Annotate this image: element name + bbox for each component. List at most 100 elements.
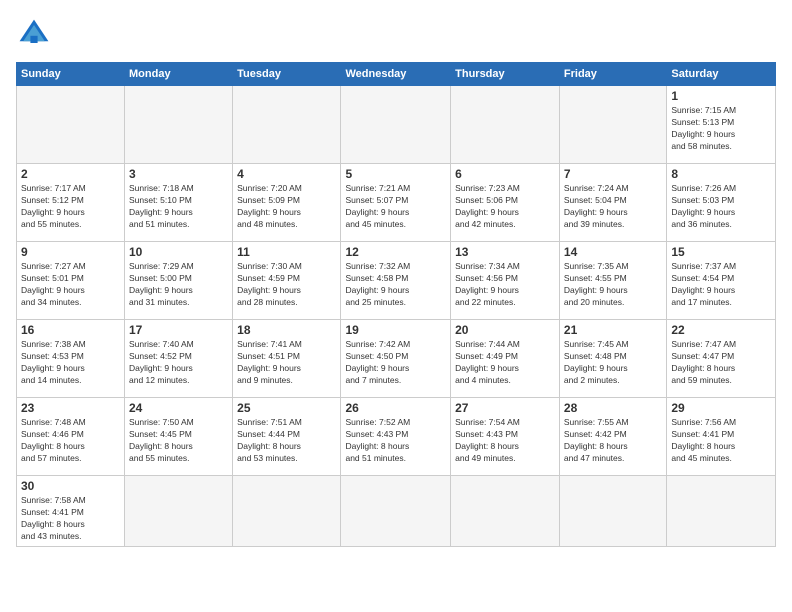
day-info: Sunrise: 7:45 AM Sunset: 4:48 PM Dayligh… [564, 339, 662, 387]
calendar-cell: 25 Sunrise: 7:51 AM Sunset: 4:44 PM Dayli… [233, 398, 341, 476]
day-number: 1 [671, 89, 771, 103]
day-info: Sunrise: 7:37 AM Sunset: 4:54 PM Dayligh… [671, 261, 771, 309]
day-info: Sunrise: 7:29 AM Sunset: 5:00 PM Dayligh… [129, 261, 228, 309]
calendar-cell: 6Sunrise: 7:23 AM Sunset: 5:06 PM Daylig… [451, 164, 560, 242]
day-info: Sunrise: 7:44 AM Sunset: 4:49 PM Dayligh… [455, 339, 555, 387]
calendar-cell: 12 Sunrise: 7:32 AM Sunset: 4:58 PM Dayli… [341, 242, 451, 320]
logo [16, 16, 58, 52]
calendar-cell: 26 Sunrise: 7:52 AM Sunset: 4:43 PM Dayli… [341, 398, 451, 476]
calendar-cell: 9 Sunrise: 7:27 AM Sunset: 5:01 PM Daylig… [17, 242, 125, 320]
day-info: Sunrise: 7:54 AM Sunset: 4:43 PM Dayligh… [455, 417, 555, 465]
day-info: Sunrise: 7:42 AM Sunset: 4:50 PM Dayligh… [345, 339, 446, 387]
col-thursday: Thursday [451, 63, 560, 86]
calendar-cell: 13 Sunrise: 7:34 AM Sunset: 4:56 PM Dayli… [451, 242, 560, 320]
calendar-cell [667, 476, 776, 547]
calendar-cell [341, 476, 451, 547]
day-number: 13 [455, 245, 555, 259]
day-number: 12 [345, 245, 446, 259]
day-info: Sunrise: 7:52 AM Sunset: 4:43 PM Dayligh… [345, 417, 446, 465]
calendar-cell: 20 Sunrise: 7:44 AM Sunset: 4:49 PM Dayli… [451, 320, 560, 398]
day-number: 21 [564, 323, 662, 337]
day-number: 15 [671, 245, 771, 259]
day-info: Sunrise: 7:17 AM Sunset: 5:12 PM Dayligh… [21, 183, 120, 231]
day-number: 30 [21, 479, 120, 493]
day-number: 10 [129, 245, 228, 259]
calendar-cell [233, 86, 341, 164]
day-number: 5 [345, 167, 446, 181]
calendar-cell: 21 Sunrise: 7:45 AM Sunset: 4:48 PM Dayli… [559, 320, 666, 398]
day-info: Sunrise: 7:15 AM Sunset: 5:13 PM Dayligh… [671, 105, 771, 153]
calendar-cell: 22Sunrise: 7:47 AM Sunset: 4:47 PM Dayli… [667, 320, 776, 398]
calendar-header-row: Sunday Monday Tuesday Wednesday Thursday… [17, 63, 776, 86]
day-info: Sunrise: 7:41 AM Sunset: 4:51 PM Dayligh… [237, 339, 336, 387]
day-info: Sunrise: 7:40 AM Sunset: 4:52 PM Dayligh… [129, 339, 228, 387]
col-friday: Friday [559, 63, 666, 86]
day-number: 3 [129, 167, 228, 181]
day-info: Sunrise: 7:55 AM Sunset: 4:42 PM Dayligh… [564, 417, 662, 465]
day-number: 24 [129, 401, 228, 415]
calendar-cell: 4 Sunrise: 7:20 AM Sunset: 5:09 PM Daylig… [233, 164, 341, 242]
day-number: 25 [237, 401, 336, 415]
day-number: 29 [671, 401, 771, 415]
header [16, 16, 776, 52]
calendar-cell: 7Sunrise: 7:24 AM Sunset: 5:04 PM Daylig… [559, 164, 666, 242]
day-number: 17 [129, 323, 228, 337]
logo-icon [16, 16, 52, 52]
day-number: 4 [237, 167, 336, 181]
day-info: Sunrise: 7:48 AM Sunset: 4:46 PM Dayligh… [21, 417, 120, 465]
calendar-cell: 27 Sunrise: 7:54 AM Sunset: 4:43 PM Dayli… [451, 398, 560, 476]
day-info: Sunrise: 7:27 AM Sunset: 5:01 PM Dayligh… [21, 261, 120, 309]
day-info: Sunrise: 7:50 AM Sunset: 4:45 PM Dayligh… [129, 417, 228, 465]
calendar-cell: 16Sunrise: 7:38 AM Sunset: 4:53 PM Dayli… [17, 320, 125, 398]
calendar-week-row: 1 Sunrise: 7:15 AM Sunset: 5:13 PM Daylig… [17, 86, 776, 164]
calendar-week-row: 2Sunrise: 7:17 AM Sunset: 5:12 PM Daylig… [17, 164, 776, 242]
col-wednesday: Wednesday [341, 63, 451, 86]
day-number: 19 [345, 323, 446, 337]
calendar-cell: 28 Sunrise: 7:55 AM Sunset: 4:42 PM Dayli… [559, 398, 666, 476]
calendar: Sunday Monday Tuesday Wednesday Thursday… [16, 62, 776, 547]
col-saturday: Saturday [667, 63, 776, 86]
day-number: 28 [564, 401, 662, 415]
calendar-cell [17, 86, 125, 164]
calendar-cell: 15 Sunrise: 7:37 AM Sunset: 4:54 PM Dayli… [667, 242, 776, 320]
col-monday: Monday [125, 63, 233, 86]
calendar-cell [125, 476, 233, 547]
calendar-week-row: 9 Sunrise: 7:27 AM Sunset: 5:01 PM Daylig… [17, 242, 776, 320]
calendar-cell: 2Sunrise: 7:17 AM Sunset: 5:12 PM Daylig… [17, 164, 125, 242]
day-info: Sunrise: 7:58 AM Sunset: 4:41 PM Dayligh… [21, 495, 120, 543]
day-info: Sunrise: 7:47 AM Sunset: 4:47 PM Dayligh… [671, 339, 771, 387]
day-info: Sunrise: 7:18 AM Sunset: 5:10 PM Dayligh… [129, 183, 228, 231]
page: Sunday Monday Tuesday Wednesday Thursday… [0, 0, 792, 612]
day-number: 20 [455, 323, 555, 337]
calendar-cell [451, 476, 560, 547]
calendar-week-row: 16Sunrise: 7:38 AM Sunset: 4:53 PM Dayli… [17, 320, 776, 398]
day-info: Sunrise: 7:51 AM Sunset: 4:44 PM Dayligh… [237, 417, 336, 465]
day-number: 11 [237, 245, 336, 259]
calendar-cell: 3 Sunrise: 7:18 AM Sunset: 5:10 PM Daylig… [125, 164, 233, 242]
day-number: 14 [564, 245, 662, 259]
col-tuesday: Tuesday [233, 63, 341, 86]
calendar-cell: 8Sunrise: 7:26 AM Sunset: 5:03 PM Daylig… [667, 164, 776, 242]
day-info: Sunrise: 7:30 AM Sunset: 4:59 PM Dayligh… [237, 261, 336, 309]
day-number: 27 [455, 401, 555, 415]
calendar-cell: 10 Sunrise: 7:29 AM Sunset: 5:00 PM Dayli… [125, 242, 233, 320]
day-info: Sunrise: 7:32 AM Sunset: 4:58 PM Dayligh… [345, 261, 446, 309]
day-info: Sunrise: 7:34 AM Sunset: 4:56 PM Dayligh… [455, 261, 555, 309]
calendar-cell: 19 Sunrise: 7:42 AM Sunset: 4:50 PM Dayli… [341, 320, 451, 398]
day-number: 8 [671, 167, 771, 181]
calendar-cell: 1 Sunrise: 7:15 AM Sunset: 5:13 PM Daylig… [667, 86, 776, 164]
calendar-cell: 17 Sunrise: 7:40 AM Sunset: 4:52 PM Dayli… [125, 320, 233, 398]
day-number: 23 [21, 401, 120, 415]
day-number: 6 [455, 167, 555, 181]
day-info: Sunrise: 7:24 AM Sunset: 5:04 PM Dayligh… [564, 183, 662, 231]
calendar-week-row: 23 Sunrise: 7:48 AM Sunset: 4:46 PM Dayli… [17, 398, 776, 476]
day-number: 9 [21, 245, 120, 259]
day-number: 16 [21, 323, 120, 337]
calendar-cell: 24 Sunrise: 7:50 AM Sunset: 4:45 PM Dayli… [125, 398, 233, 476]
day-number: 26 [345, 401, 446, 415]
day-info: Sunrise: 7:21 AM Sunset: 5:07 PM Dayligh… [345, 183, 446, 231]
calendar-cell [559, 86, 666, 164]
calendar-cell [341, 86, 451, 164]
day-info: Sunrise: 7:35 AM Sunset: 4:55 PM Dayligh… [564, 261, 662, 309]
day-info: Sunrise: 7:20 AM Sunset: 5:09 PM Dayligh… [237, 183, 336, 231]
